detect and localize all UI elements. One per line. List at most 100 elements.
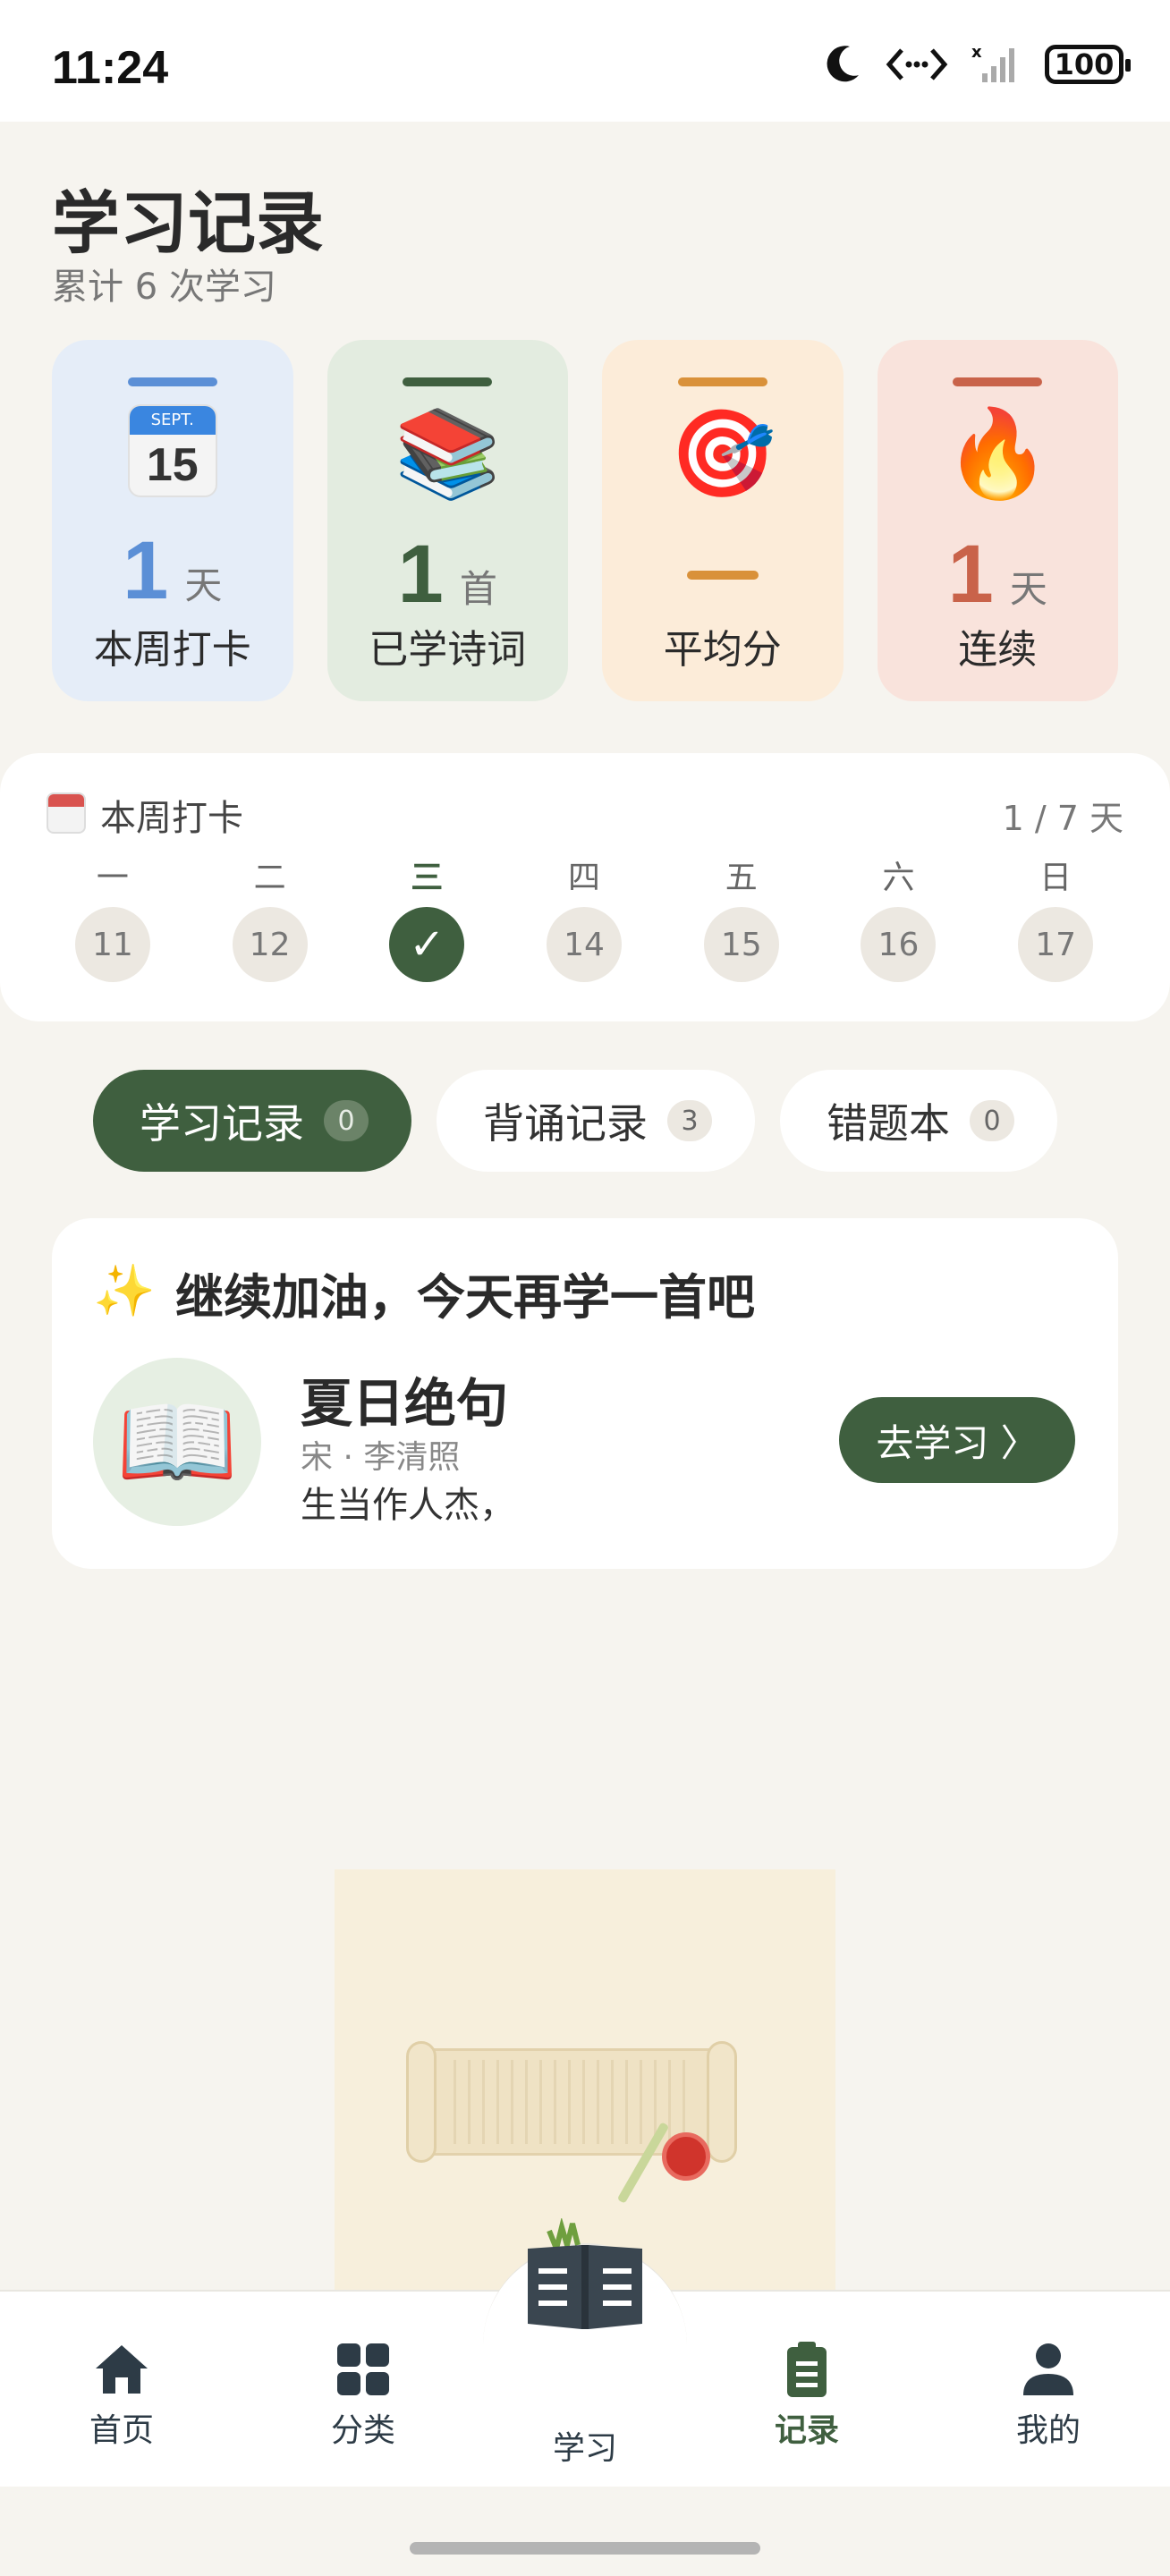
stat-value: 1	[947, 529, 994, 620]
stat-accent-bar	[403, 377, 493, 386]
fire-icon: 🔥	[944, 403, 1052, 504]
nav-label: 首页	[89, 2412, 154, 2449]
day-sun[interactable]: 日 17	[977, 852, 1134, 982]
week-checkin-card: 本周打卡 1 / 7 天 一 11 二 12 三 ✓ 四 14 五 15 六 1…	[0, 753, 1170, 1021]
stat-unit: 天	[184, 564, 223, 607]
weekday-label: 三	[411, 860, 444, 896]
stat-label: 本周打卡	[93, 627, 251, 673]
stat-value-row: 1 天	[123, 524, 223, 616]
record-tabs: 学习记录 0 背诵记录 3 错题本 0	[93, 1070, 1057, 1172]
weekday-label: 五	[725, 860, 758, 896]
stat-unit: 首	[459, 567, 497, 611]
status-icons: x 100	[823, 43, 1131, 86]
status-bar: 11:24 x 100	[0, 0, 1170, 122]
weekday-label: 日	[1039, 860, 1072, 896]
stat-card-poems-learned[interactable]: 📚 1 首 已学诗词	[326, 340, 568, 701]
nav-records[interactable]: 记录	[735, 2340, 878, 2451]
stat-value-row: 1 天	[948, 528, 1047, 620]
status-time: 11:24	[52, 42, 169, 94]
tab-count-badge: 0	[324, 1100, 369, 1141]
svg-text:x: x	[971, 43, 982, 62]
go-study-button[interactable]: 去学习 〉	[839, 1397, 1075, 1483]
day-sat[interactable]: 六 16	[820, 852, 978, 982]
page-subtitle: 累计 6 次学习	[52, 267, 276, 308]
day-thu[interactable]: 四 14	[505, 852, 663, 982]
stat-label: 平均分	[663, 627, 782, 673]
day-date: 17	[1018, 907, 1094, 982]
week-title: 本周打卡	[100, 798, 243, 839]
stat-card-average-score[interactable]: 🎯 平均分	[602, 340, 844, 701]
signal-icon: x	[971, 43, 1014, 82]
nav-study-label[interactable]: 学习	[540, 2422, 630, 2469]
moon-icon	[827, 46, 859, 82]
tab-mistake-book[interactable]: 错题本 0	[780, 1070, 1057, 1172]
bottom-safe-area	[0, 2487, 1170, 2576]
continue-learning-card: ✨ 继续加油，今天再学一首吧 📖 夏日绝句 宋 · 李清照 生当作人杰， 去学习…	[52, 1218, 1118, 1569]
target-icon: 🎯	[668, 403, 776, 504]
scroll-roll-left	[406, 2041, 437, 2163]
weekday-label: 二	[253, 860, 286, 896]
tab-label: 学习记录	[140, 1099, 304, 1148]
stat-accent-bar	[953, 377, 1043, 386]
day-date: 16	[861, 907, 937, 982]
calendar-small-icon	[47, 792, 86, 834]
tab-label: 错题本	[827, 1099, 950, 1148]
tab-recitation-records[interactable]: 背诵记录 3	[437, 1070, 755, 1172]
nav-category[interactable]: 分类	[292, 2340, 435, 2451]
stat-accent-bar	[127, 377, 217, 386]
stat-value: 1	[397, 529, 444, 620]
nav-home[interactable]: 首页	[50, 2340, 193, 2451]
nav-label: 我的	[1015, 2412, 1081, 2449]
clipboard-icon	[785, 2340, 828, 2399]
calendar-icon: SEPT. 15	[127, 404, 217, 503]
battery-icon: 100	[1045, 45, 1131, 84]
sparkles-icon: ✨	[93, 1262, 156, 1320]
nav-mine[interactable]: 我的	[977, 2340, 1120, 2451]
continue-heading: 继续加油，今天再学一首吧	[175, 1269, 755, 1326]
stat-card-weekly-checkin[interactable]: SEPT. 15 1 天 本周打卡	[52, 340, 293, 701]
week-days: 一 11 二 12 三 ✓ 四 14 五 15 六 16 日 17	[34, 852, 1134, 982]
tab-count-badge: 3	[667, 1100, 712, 1141]
nav-label: 记录	[774, 2412, 839, 2449]
stat-unit: 天	[1009, 567, 1047, 611]
poem-author: 宋 · 李清照	[301, 1439, 461, 1476]
stat-label: 连续	[958, 627, 1038, 673]
stats-row: SEPT. 15 1 天 本周打卡 📚 1 首 已学诗词 🎯 平均分 🔥 1 天…	[52, 340, 1118, 701]
nav-label: 分类	[330, 2412, 395, 2449]
day-wed[interactable]: 三 ✓	[348, 852, 505, 982]
scroll-roll-right	[707, 2041, 737, 2163]
checkmark-icon: ✓	[389, 907, 465, 982]
page-title: 学习记录	[52, 183, 324, 263]
day-tue[interactable]: 二 12	[191, 852, 349, 982]
weekday-label: 六	[882, 860, 915, 896]
study-book-icon[interactable]	[524, 2218, 646, 2333]
stat-accent-bar	[677, 377, 767, 386]
day-date: 11	[74, 907, 150, 982]
poem-first-line: 生当作人杰，	[301, 1485, 515, 1526]
day-date: 12	[232, 907, 308, 982]
grid-icon	[335, 2340, 391, 2399]
open-book-icon: 📖	[93, 1358, 261, 1526]
stat-value-row: 1 首	[398, 528, 497, 620]
stat-value: 1	[123, 525, 169, 616]
ink-seal-icon	[662, 2132, 710, 2181]
tab-label: 背诵记录	[483, 1099, 648, 1148]
day-date: 14	[547, 907, 623, 982]
user-icon	[1022, 2340, 1075, 2399]
home-icon	[92, 2340, 151, 2399]
stat-label: 已学诗词	[369, 627, 527, 673]
day-mon[interactable]: 一 11	[34, 852, 191, 982]
weekday-label: 一	[96, 860, 129, 896]
stat-card-streak[interactable]: 🔥 1 天 连续	[877, 340, 1118, 701]
tab-count-badge: 0	[970, 1100, 1014, 1141]
stat-empty-dash	[686, 571, 759, 580]
data-transfer-icon	[886, 48, 948, 80]
home-indicator[interactable]	[410, 2542, 760, 2555]
week-count: 1 / 7 天	[1002, 799, 1123, 838]
day-fri[interactable]: 五 15	[663, 852, 820, 982]
weekday-label: 四	[568, 860, 601, 896]
poem-title[interactable]: 夏日绝句	[301, 1361, 508, 1436]
day-date: 15	[703, 907, 779, 982]
tab-study-records[interactable]: 学习记录 0	[93, 1070, 411, 1172]
books-icon: 📚	[394, 403, 502, 504]
